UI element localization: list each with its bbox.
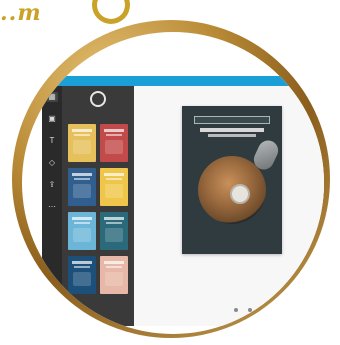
page-controls — [234, 305, 324, 315]
pager-dot[interactable] — [248, 308, 252, 312]
template-thumb-4[interactable] — [100, 168, 128, 206]
lightbulb-icon[interactable] — [90, 91, 106, 107]
pager-dot[interactable] — [290, 308, 294, 312]
title-line-1 — [200, 128, 264, 132]
photos-icon[interactable]: ▣ — [46, 114, 58, 124]
top-bar — [42, 76, 324, 86]
templates-icon[interactable]: ▦ — [46, 92, 58, 102]
title-line-2 — [208, 134, 256, 137]
template-thumb-2[interactable] — [100, 124, 128, 162]
more-icon[interactable]: ⋯ — [46, 202, 58, 212]
shapes-icon[interactable]: ◇ — [46, 158, 58, 168]
template-thumb-1[interactable] — [68, 124, 96, 162]
cup-image — [230, 184, 250, 204]
document-page[interactable] — [182, 106, 282, 254]
left-rail: ▦ ▣ T ◇ ⇪ ⋯ — [42, 86, 62, 326]
template-thumb-3[interactable] — [68, 168, 96, 206]
pager-dot[interactable] — [262, 308, 266, 312]
template-thumb-5[interactable] — [68, 212, 96, 250]
pager-dot[interactable] — [304, 308, 308, 312]
text-icon[interactable]: T — [46, 136, 58, 146]
pager-dot[interactable] — [276, 308, 280, 312]
upload-icon[interactable]: ⇪ — [46, 180, 58, 190]
template-thumb-8[interactable] — [100, 256, 128, 294]
template-thumb-7[interactable] — [68, 256, 96, 294]
design-canvas[interactable] — [134, 86, 324, 326]
design-editor-app: ▦ ▣ T ◇ ⇪ ⋯ — [42, 76, 324, 326]
brand-wordmark: ..m — [0, 0, 42, 26]
screenshot-disc: ▦ ▣ T ◇ ⇪ ⋯ — [22, 32, 324, 334]
template-thumb-6[interactable] — [100, 212, 128, 250]
title-ribbon — [194, 116, 270, 124]
gold-swirl-icon — [92, 0, 130, 24]
pager-dot[interactable] — [234, 308, 238, 312]
brand-decorative-frame: ..m ▦ ▣ T ◇ ⇪ ⋯ — [0, 0, 340, 345]
templates-panel — [62, 86, 134, 326]
